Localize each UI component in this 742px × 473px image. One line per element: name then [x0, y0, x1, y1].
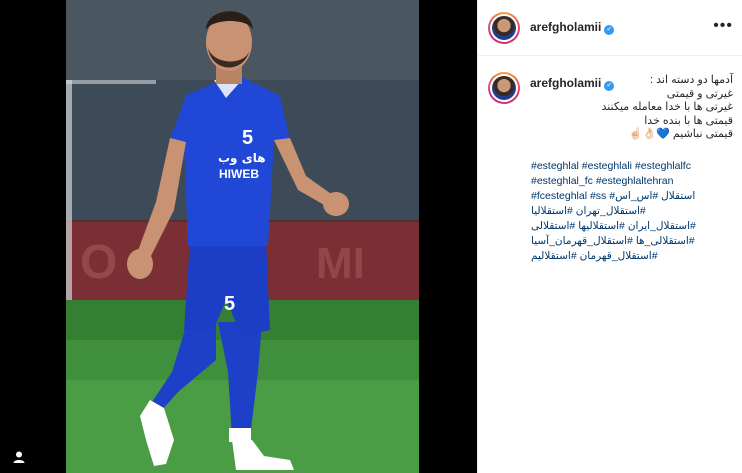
- hashtag[interactable]: #اس_اس: [615, 190, 658, 202]
- post-details-panel: arefgholamii ✓ ••• arefgholamii ✓ آدمها دو…: [477, 0, 742, 473]
- hashtag[interactable]: #استقلالیا: [531, 205, 573, 217]
- jersey-number: 5: [242, 127, 253, 149]
- caption-line: قیمتی ها با بنده خدا: [644, 114, 733, 127]
- hashtag-row: #استقلال_تهران #استقلالیا: [531, 204, 711, 219]
- jersey-sponsor: HIWEB: [219, 167, 259, 181]
- hashtag-row: #استقلال_قهرمان #استقلالیم: [531, 249, 711, 264]
- caption-text: آدمها دو دسته اند : غیرتی و قیمتی غیرتی …: [543, 74, 733, 142]
- caption-line: غیرتی ها با خدا معامله میکنند: [601, 101, 733, 113]
- hashtag[interactable]: #esteghlal_fc: [531, 175, 593, 187]
- post-image[interactable]: O MI 5 5 های وب HIWEB: [66, 0, 419, 473]
- hashtag-row: #esteghlal_fc #esteghlaltehran: [531, 174, 711, 189]
- hashtag[interactable]: #استقلال_تهران: [576, 205, 646, 217]
- post-header: arefgholamii ✓ •••: [478, 0, 742, 56]
- hashtag[interactable]: #استقلالی: [531, 220, 575, 232]
- hashtag-row: #fcesteghlal #ss #استقلال #اس_اس: [531, 189, 711, 204]
- hashtag[interactable]: #استقلالیم: [531, 250, 577, 262]
- gap: [419, 0, 477, 473]
- hashtag[interactable]: #esteghlali: [582, 160, 632, 172]
- hashtag[interactable]: #استقلال_قهرمان_آسیا: [531, 235, 633, 247]
- hashtag-list: #esteghlal #esteghlali #esteghlalfc #est…: [531, 159, 711, 264]
- hashtag[interactable]: #fcesteghlal: [531, 190, 587, 202]
- hashtag[interactable]: #esteghlalfc: [635, 160, 691, 172]
- hashtag-row: #esteghlal #esteghlali #esteghlalfc: [531, 159, 711, 174]
- caption-line: غیرتی و قیمتی: [666, 87, 733, 100]
- post-viewer: O MI 5 5 های وب HIWEB arefgholamii ✓ •••…: [0, 0, 742, 473]
- hashtag[interactable]: #استقلال_ایران: [628, 220, 696, 232]
- more-options-button[interactable]: •••: [713, 18, 733, 34]
- svg-text:MI: MI: [316, 239, 365, 288]
- caption-avatar[interactable]: [488, 72, 520, 104]
- hashtag[interactable]: #استقلالی_ها: [636, 235, 695, 247]
- caption-line: قیمتی نباشیم 💙👌🏻☝🏻: [628, 128, 733, 140]
- player-illustration: O MI 5 5 های وب HIWEB: [66, 0, 419, 473]
- profile-photo-icon: [492, 16, 516, 40]
- profile-photo-icon: [492, 76, 516, 100]
- shorts-number: 5: [224, 293, 235, 315]
- hashtag[interactable]: #esteghlaltehran: [596, 175, 674, 187]
- jersey-sponsor-fa: های وب: [218, 151, 266, 166]
- profile-icon[interactable]: [12, 450, 26, 464]
- author-username[interactable]: arefgholamii ✓: [530, 20, 615, 35]
- hashtag[interactable]: #ss: [590, 190, 606, 202]
- hashtag-row: #استقلال_ایران #استقلالیها #استقلالی: [531, 219, 711, 234]
- svg-text:O: O: [80, 236, 117, 289]
- hashtag[interactable]: #استقلال_قهرمان: [580, 250, 658, 262]
- hashtag[interactable]: #esteghlal: [531, 160, 579, 172]
- left-strip: [0, 0, 66, 473]
- hashtag-row: #استقلالی_ها #استقلال_قهرمان_آسیا: [531, 234, 711, 249]
- avatar[interactable]: [488, 12, 520, 44]
- hashtag[interactable]: #استقلالیها: [578, 220, 625, 232]
- caption-line: آدمها دو دسته اند :: [650, 74, 733, 86]
- verified-badge-icon: ✓: [604, 25, 615, 35]
